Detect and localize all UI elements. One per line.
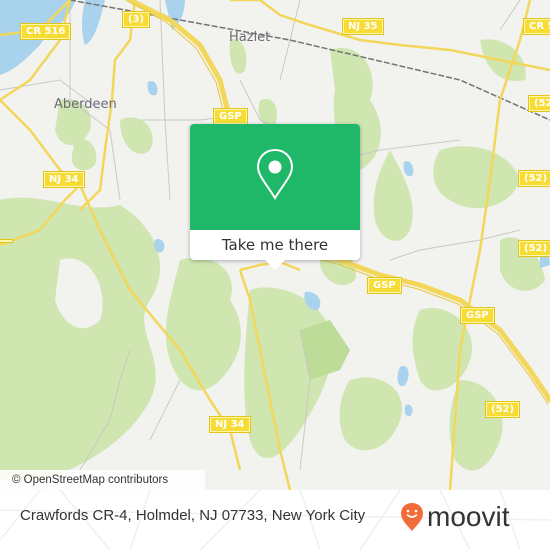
- road-shield-nj34: NJ 34: [209, 416, 251, 433]
- road-shield-gsp: GSP: [367, 277, 402, 294]
- road-shield-route-52: (52): [517, 170, 550, 187]
- road-shield-cr: CR 5: [522, 18, 550, 35]
- road-shield-route-52: (52): [517, 240, 550, 257]
- road-shield-gsp: GSP: [460, 307, 495, 324]
- road-shield-nj34: NJ 34: [43, 171, 85, 188]
- address-text: Crawfords CR-4, Holmdel, NJ 07733, New Y…: [20, 507, 366, 524]
- popup-pointer: [265, 260, 285, 270]
- location-pin-icon: [256, 148, 294, 200]
- take-me-there-button[interactable]: Take me there: [190, 230, 360, 260]
- footer-bar: Crawfords CR-4, Holmdel, NJ 07733, New Y…: [0, 490, 550, 550]
- moovit-wordmark: moovit: [427, 501, 510, 532]
- road-shield-route-3: (3): [121, 11, 151, 28]
- road-shield-edge: [0, 239, 13, 243]
- location-popup[interactable]: Take me there: [190, 124, 360, 270]
- road-shield-gsp: GSP: [213, 108, 248, 125]
- moovit-logo[interactable]: moovit: [400, 502, 509, 532]
- road-shield-nj35: NJ 35: [342, 18, 384, 35]
- moovit-pin-icon: [401, 503, 423, 531]
- road-shield-cr516: CR 516: [19, 23, 72, 40]
- road-shield-route-52: (52): [484, 401, 521, 418]
- osm-attribution[interactable]: © OpenStreetMap contributors: [0, 470, 205, 490]
- popup-header: [190, 124, 360, 230]
- road-shield-route-52: (52): [527, 95, 550, 112]
- map-view[interactable]: Hazlet Aberdeen CR 516 (3) NJ 35 CR 5 GS…: [0, 0, 550, 490]
- place-label-hazlet: Hazlet: [229, 30, 271, 45]
- place-label-aberdeen: Aberdeen: [54, 97, 117, 112]
